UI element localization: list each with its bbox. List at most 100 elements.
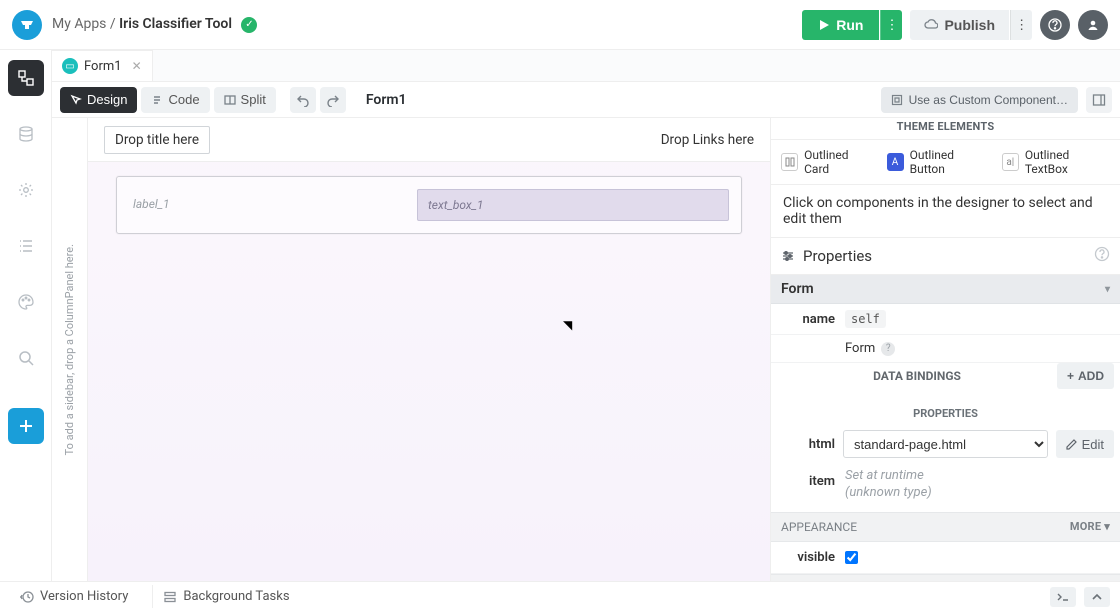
breadcrumb-app-name[interactable]: Iris Classifier Tool [119, 16, 232, 32]
user-icon [1086, 18, 1100, 32]
tree-icon [17, 69, 35, 87]
account-button[interactable] [1078, 10, 1108, 40]
chevron-down-icon: ▾ [1104, 520, 1110, 533]
properties-panel-title: Properties [771, 238, 1120, 275]
layout-panel-toggle-button[interactable] [1086, 87, 1112, 113]
rail-outline[interactable] [8, 228, 44, 264]
selection-hint: Click on components in the designer to s… [771, 185, 1120, 238]
gear-icon [17, 181, 35, 199]
kebab-icon: ⋮ [1015, 17, 1028, 33]
rail-data[interactable] [8, 116, 44, 152]
top-bar: My Apps / Iris Classifier Tool ✓ Run ⋮ P… [0, 0, 1120, 50]
run-menu-button[interactable]: ⋮ [880, 10, 902, 40]
rail-add[interactable] [8, 408, 44, 444]
main-area: ▭ Form1 ✕ Design Code Split [52, 50, 1120, 581]
code-icon [151, 94, 163, 106]
database-icon [17, 125, 35, 143]
tool-strip: Design Code Split Form1 Use as Custom [52, 82, 1120, 118]
publish-button[interactable]: Publish [910, 10, 1009, 40]
component-icon [891, 94, 903, 106]
prop-name-value[interactable]: self [845, 310, 886, 328]
background-tasks-button[interactable]: Background Tasks [152, 585, 299, 608]
component-type-select[interactable]: Form ▾ [771, 275, 1120, 304]
theme-elements-header: THEME ELEMENTS [771, 118, 1120, 140]
collapse-panel-button[interactable] [1084, 587, 1110, 607]
work-area: To add a sidebar, drop a ColumnPanel her… [52, 118, 1120, 581]
form-breadcrumb[interactable]: Form1 [366, 92, 407, 108]
view-mode-group: Design Code Split [60, 87, 276, 113]
rail-app-browser[interactable] [8, 60, 44, 96]
split-icon [224, 94, 236, 106]
tasks-icon [163, 590, 177, 604]
html-template-select[interactable]: standard-page.html [843, 430, 1048, 458]
split-mode-button[interactable]: Split [214, 87, 276, 113]
prop-visible-row: visible [771, 542, 1120, 574]
chevron-down-icon: ▾ [1105, 284, 1110, 295]
label-component[interactable]: label_1 [129, 189, 405, 221]
page-header-dropzone[interactable]: Drop title here Drop Links here [88, 118, 770, 162]
tooltip-accordion[interactable]: TOOLTIP MORE▾ [771, 574, 1120, 581]
form-icon: ▭ [62, 58, 78, 74]
sidebar-dropzone[interactable]: To add a sidebar, drop a ColumnPanel her… [52, 118, 88, 581]
card-icon [781, 153, 798, 171]
search-icon [17, 349, 35, 367]
publish-menu-button[interactable]: ⋮ [1010, 10, 1032, 40]
help-icon[interactable] [1094, 246, 1110, 266]
rail-theme[interactable] [8, 284, 44, 320]
form-link-row: Form ? [771, 335, 1120, 363]
editor-tab-form1[interactable]: ▭ Form1 ✕ [52, 50, 153, 81]
theme-elements-list: Outlined Card A Outlined Button a| Outli… [771, 140, 1120, 185]
kebab-icon: ⋮ [885, 17, 898, 33]
cloud-icon [924, 18, 938, 32]
outlined-card-component[interactable]: label_1 text_box_1 [116, 176, 742, 234]
links-dropzone[interactable]: Drop Links here [661, 132, 754, 148]
panel-icon [1092, 93, 1106, 107]
canvas[interactable]: Drop title here Drop Links here label_1 … [88, 118, 770, 581]
prop-html-row: html standard-page.html Edit [771, 424, 1120, 464]
theme-chip-outlined-card[interactable]: Outlined Card [781, 148, 873, 176]
help-button[interactable] [1040, 10, 1070, 40]
redo-icon [326, 93, 340, 107]
cursor-icon: ◥ [563, 318, 572, 332]
version-history-button[interactable]: Version History [10, 585, 138, 608]
plus-icon: + [1067, 369, 1074, 383]
breadcrumb-root[interactable]: My Apps [52, 16, 106, 32]
undo-button[interactable] [290, 87, 316, 113]
tab-label: Form1 [84, 59, 122, 74]
help-icon [1048, 18, 1062, 32]
prop-item-row: item Set at runtime (unknown type) [771, 464, 1120, 512]
left-rail [0, 50, 52, 581]
edit-html-button[interactable]: Edit [1056, 430, 1114, 458]
list-icon [17, 237, 35, 255]
add-binding-button[interactable]: + ADD [1057, 363, 1114, 389]
run-button[interactable]: Run [802, 10, 879, 40]
designer-surface[interactable]: To add a sidebar, drop a ColumnPanel her… [52, 118, 770, 581]
theme-chip-outlined-textbox[interactable]: a| Outlined TextBox [1002, 148, 1110, 176]
textbox-component[interactable]: text_box_1 [417, 189, 729, 221]
title-dropzone[interactable]: Drop title here [104, 126, 210, 154]
appearance-accordion[interactable]: APPEARANCE MORE▾ [771, 512, 1120, 542]
rail-settings[interactable] [8, 172, 44, 208]
form-template-link[interactable]: Form ? [845, 341, 895, 356]
pencil-icon [1066, 439, 1077, 450]
prop-item-value: Set at runtime (unknown type) [845, 468, 932, 502]
data-bindings-section: DATA BINDINGS + ADD [771, 363, 1120, 399]
console-toggle-button[interactable] [1050, 587, 1076, 607]
rail-search[interactable] [8, 340, 44, 376]
palette-icon [17, 293, 35, 311]
close-icon[interactable]: ✕ [132, 59, 142, 73]
help-bubble-icon[interactable]: ? [881, 342, 895, 356]
code-mode-button[interactable]: Code [141, 87, 209, 113]
properties-section-header: PROPERTIES [771, 399, 1120, 424]
visible-checkbox[interactable] [845, 551, 858, 564]
chevron-up-icon [1091, 591, 1103, 603]
anvil-icon [19, 17, 35, 33]
use-as-custom-component-button[interactable]: Use as Custom Component… [881, 87, 1078, 113]
breadcrumb: My Apps / Iris Classifier Tool ✓ [52, 16, 257, 32]
theme-chip-outlined-button[interactable]: A Outlined Button [887, 148, 988, 176]
undo-icon [296, 93, 310, 107]
design-mode-button[interactable]: Design [60, 87, 137, 113]
textbox-icon: a| [1002, 153, 1019, 171]
redo-button[interactable] [320, 87, 346, 113]
cursor-icon [70, 94, 82, 106]
